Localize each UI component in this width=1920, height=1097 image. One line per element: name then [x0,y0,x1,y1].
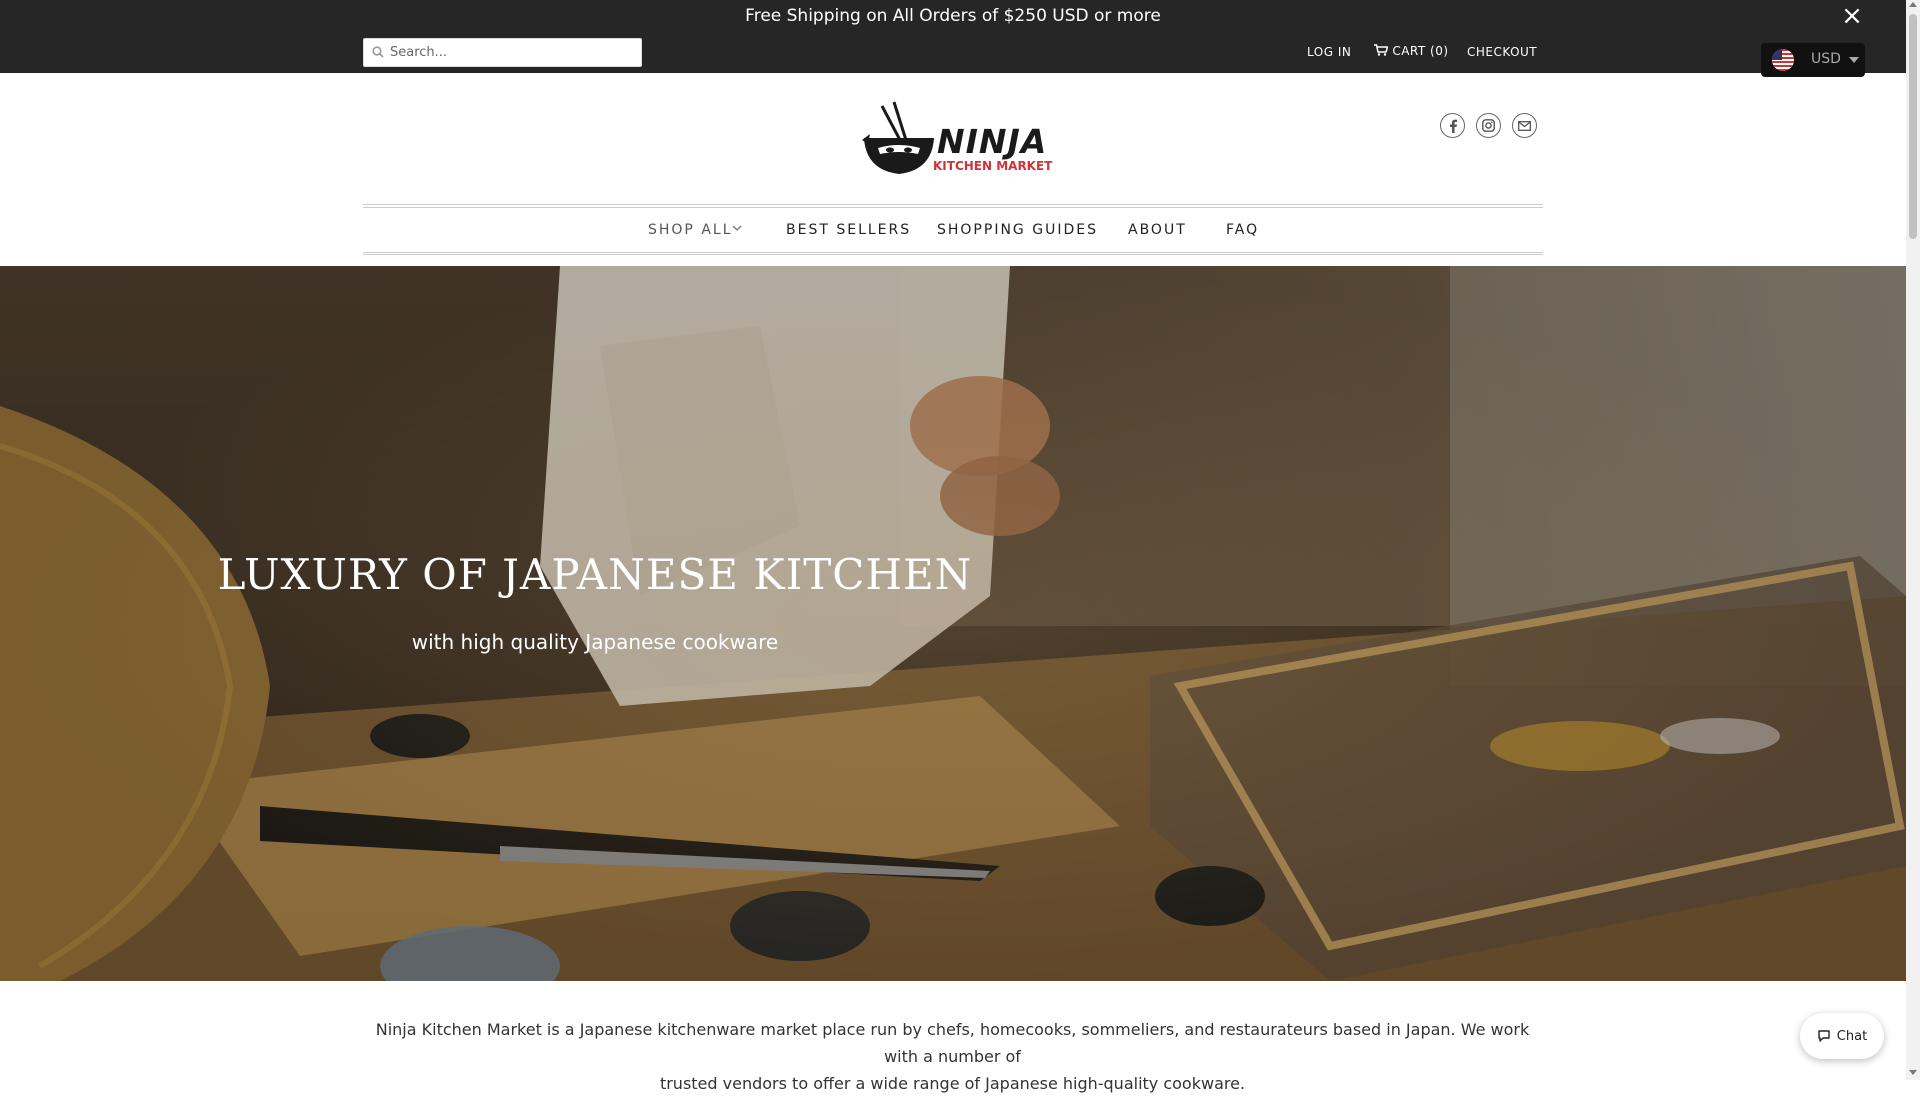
page-scrollbar[interactable] [1906,0,1920,1080]
about-text: Ninja Kitchen Market is a Japanese kitch… [370,1016,1535,1097]
scroll-down-arrow-icon[interactable] [1909,1070,1917,1075]
cart-icon [1374,44,1389,56]
cart-link[interactable]: CART (0) [1374,44,1449,58]
scroll-up-arrow-icon[interactable] [1909,2,1917,7]
log-in-link[interactable]: LOG IN [1307,45,1351,59]
logo-main-text: NINJA [937,122,1048,161]
nav-item-faq[interactable]: FAQ [1226,222,1259,238]
chat-bubble-icon [1818,1030,1830,1042]
checkout-link[interactable]: CHECKOUT [1467,45,1537,59]
scrollbar-thumb[interactable] [1909,14,1917,239]
about-line-1: Ninja Kitchen Market is a Japanese kitch… [375,1020,1530,1066]
main-nav: SHOP ALL BEST SELLERS SHOPPING GUIDES AB… [363,206,1543,254]
nav-top-rule [363,204,1543,205]
chevron-down-icon[interactable] [732,224,742,232]
currency-selector[interactable]: USD [1761,43,1865,77]
hero-banner[interactable]: LUXURY OF JAPANESE KITCHEN with high qua… [0,266,1906,981]
search-icon [372,46,384,58]
currency-code: USD [1811,51,1841,67]
chat-label: Chat [1836,1028,1868,1044]
nav-item-about[interactable]: ABOUT [1128,222,1187,238]
nav-bottom-rule-2 [363,254,1543,255]
hero-subtitle: with high quality Japanese cookware [411,630,779,654]
ninja-bowl-logo-icon [862,101,934,174]
search-input[interactable] [390,39,638,66]
logo-sub-text: KITCHEN MARKET [933,159,1053,173]
chat-button[interactable]: Chat [1800,1013,1884,1059]
chevron-down-icon [1849,57,1859,63]
facebook-icon[interactable] [1440,113,1465,138]
site-logo[interactable]: NINJA KITCHEN MARKET [860,100,1052,180]
nav-item-shop-all[interactable]: SHOP ALL [648,222,733,238]
about-line-2: trusted vendors to offer a wide range of… [659,1074,1246,1093]
close-icon[interactable]: × [1838,2,1866,30]
nav-item-best-sellers[interactable]: BEST SELLERS [786,222,911,238]
announcement-text: Free Shipping on All Orders of $250 USD … [745,6,1161,26]
top-bar: Free Shipping on All Orders of $250 USD … [0,0,1906,73]
email-icon[interactable] [1512,113,1537,138]
instagram-icon[interactable] [1476,113,1501,138]
us-flag-icon [1772,49,1794,71]
nav-item-shopping-guides[interactable]: SHOPPING GUIDES [937,222,1098,238]
cart-label: CART (0) [1392,44,1449,58]
nav-bottom-rule [363,252,1543,253]
hero-background-image [0,266,1906,981]
hero-title: LUXURY OF JAPANESE KITCHEN [217,550,973,599]
search-box[interactable] [363,38,642,67]
